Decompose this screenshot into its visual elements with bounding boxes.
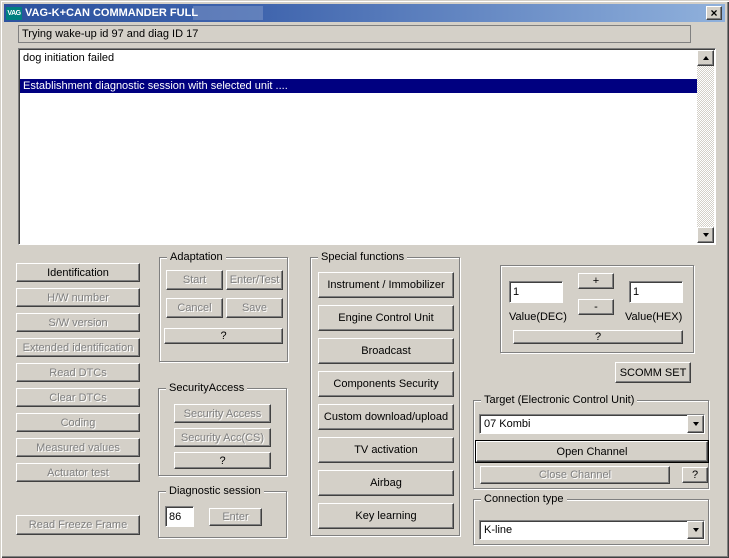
key-learning-button[interactable]: Key learning xyxy=(318,503,454,529)
app-window: VAG VAG-K+CAN COMMANDER FULL × Trying wa… xyxy=(0,0,729,558)
coding-button[interactable]: Coding xyxy=(16,413,140,432)
target-ecu-selected-value: 07 Kombi xyxy=(484,418,531,430)
custom-download-upload-button[interactable]: Custom download/upload xyxy=(318,404,454,430)
connection-type-group: Connection type K-line xyxy=(473,492,709,545)
value-dec-input[interactable] xyxy=(509,281,563,303)
scomm-set-button[interactable]: SCOMM SET xyxy=(615,362,691,383)
diagnostic-session-enter-button[interactable]: Enter xyxy=(209,508,262,526)
chevron-down-icon xyxy=(692,422,699,426)
titlebar-highlight xyxy=(193,6,263,20)
adaptation-save-button[interactable]: Save xyxy=(226,298,283,318)
security-access-button[interactable]: Security Access xyxy=(174,404,271,423)
hw-number-button[interactable]: H/W number xyxy=(16,288,140,307)
connection-type-group-title: Connection type xyxy=(481,492,567,506)
scroll-down-button[interactable] xyxy=(697,227,714,243)
value-plus-button[interactable]: + xyxy=(578,273,614,289)
adaptation-enter-test-button[interactable]: Enter/Test xyxy=(226,270,283,290)
list-item[interactable]: dog initiation failed xyxy=(20,51,697,65)
down-arrow-icon xyxy=(702,233,709,237)
adaptation-cancel-button[interactable]: Cancel xyxy=(166,298,223,318)
target-ecu-group-title: Target (Electronic Control Unit) xyxy=(481,393,638,407)
engine-control-unit-button[interactable]: Engine Control Unit xyxy=(318,305,454,331)
value-dec-label: Value(DEC) xyxy=(509,311,567,323)
value-hex-input[interactable] xyxy=(629,281,683,303)
adaptation-group-title: Adaptation xyxy=(167,250,226,264)
value-hex-label: Value(HEX) xyxy=(625,311,683,323)
target-ecu-group: Target (Electronic Control Unit) 07 Komb… xyxy=(473,393,709,489)
vertical-scrollbar[interactable] xyxy=(697,50,714,243)
security-acc-cs-button[interactable]: Security Acc(CS) xyxy=(174,428,271,447)
diagnostic-session-group-title: Diagnostic session xyxy=(166,484,264,498)
tv-activation-button[interactable]: TV activation xyxy=(318,437,454,463)
window-title: VAG-K+CAN COMMANDER FULL xyxy=(25,7,199,19)
value-panel-group: + - Value(DEC) Value(HEX) ? xyxy=(500,265,694,353)
open-channel-button[interactable]: Open Channel xyxy=(475,440,709,463)
instrument-immobilizer-button[interactable]: Instrument / Immobilizer xyxy=(318,272,454,298)
list-item-selected[interactable]: Establishment diagnostic session with se… xyxy=(20,79,697,93)
connection-type-dropdown-button[interactable] xyxy=(687,521,704,539)
clear-dtcs-button[interactable]: Clear DTCs xyxy=(16,388,140,407)
broadcast-button[interactable]: Broadcast xyxy=(318,338,454,364)
read-dtcs-button[interactable]: Read DTCs xyxy=(16,363,140,382)
close-channel-button[interactable]: Close Channel xyxy=(480,466,670,484)
adaptation-group: Adaptation Start Enter/Test Cancel Save … xyxy=(159,250,288,362)
app-icon: VAG xyxy=(6,6,22,20)
close-icon: × xyxy=(710,6,718,20)
sw-version-button[interactable]: S/W version xyxy=(16,313,140,332)
security-help-button[interactable]: ? xyxy=(174,452,271,469)
connection-type-selected-value: K-line xyxy=(484,524,513,536)
adaptation-help-button[interactable]: ? xyxy=(164,328,283,344)
target-ecu-dropdown-button[interactable] xyxy=(687,415,704,433)
target-ecu-select[interactable]: 07 Kombi xyxy=(479,414,705,434)
special-functions-group-title: Special functions xyxy=(318,250,408,264)
special-functions-group: Special functions Instrument / Immobiliz… xyxy=(310,250,460,536)
security-access-group-title: SecurityAccess xyxy=(166,381,248,395)
scroll-up-button[interactable] xyxy=(697,50,714,66)
components-security-button[interactable]: Components Security xyxy=(318,371,454,397)
adaptation-start-button[interactable]: Start xyxy=(166,270,223,290)
airbag-button[interactable]: Airbag xyxy=(318,470,454,496)
read-freeze-frame-button[interactable]: Read Freeze Frame xyxy=(16,515,140,535)
chevron-down-icon xyxy=(692,528,699,532)
measured-values-button[interactable]: Measured values xyxy=(16,438,140,457)
diagnostic-session-group: Diagnostic session Enter xyxy=(158,484,287,538)
identification-button[interactable]: Identification xyxy=(16,263,140,282)
connection-type-select[interactable]: K-line xyxy=(479,520,705,540)
value-minus-button[interactable]: - xyxy=(578,299,614,315)
list-item[interactable] xyxy=(20,65,697,79)
titlebar[interactable]: VAG VAG-K+CAN COMMANDER FULL × xyxy=(4,4,725,22)
close-button[interactable]: × xyxy=(706,6,722,20)
up-arrow-icon xyxy=(702,56,709,60)
status-text: Trying wake-up id 97 and diag ID 17 xyxy=(22,28,199,40)
target-help-button[interactable]: ? xyxy=(682,467,708,483)
security-access-group: SecurityAccess Security Access Security … xyxy=(158,381,287,476)
status-box: Trying wake-up id 97 and diag ID 17 xyxy=(18,25,691,43)
extended-identification-button[interactable]: Extended identification xyxy=(16,338,140,357)
log-list[interactable]: dog initiation failed Establishment diag… xyxy=(18,48,716,245)
diagnostic-session-input[interactable] xyxy=(165,506,194,527)
value-help-button[interactable]: ? xyxy=(513,330,683,344)
actuator-test-button[interactable]: Actuator test xyxy=(16,463,140,482)
